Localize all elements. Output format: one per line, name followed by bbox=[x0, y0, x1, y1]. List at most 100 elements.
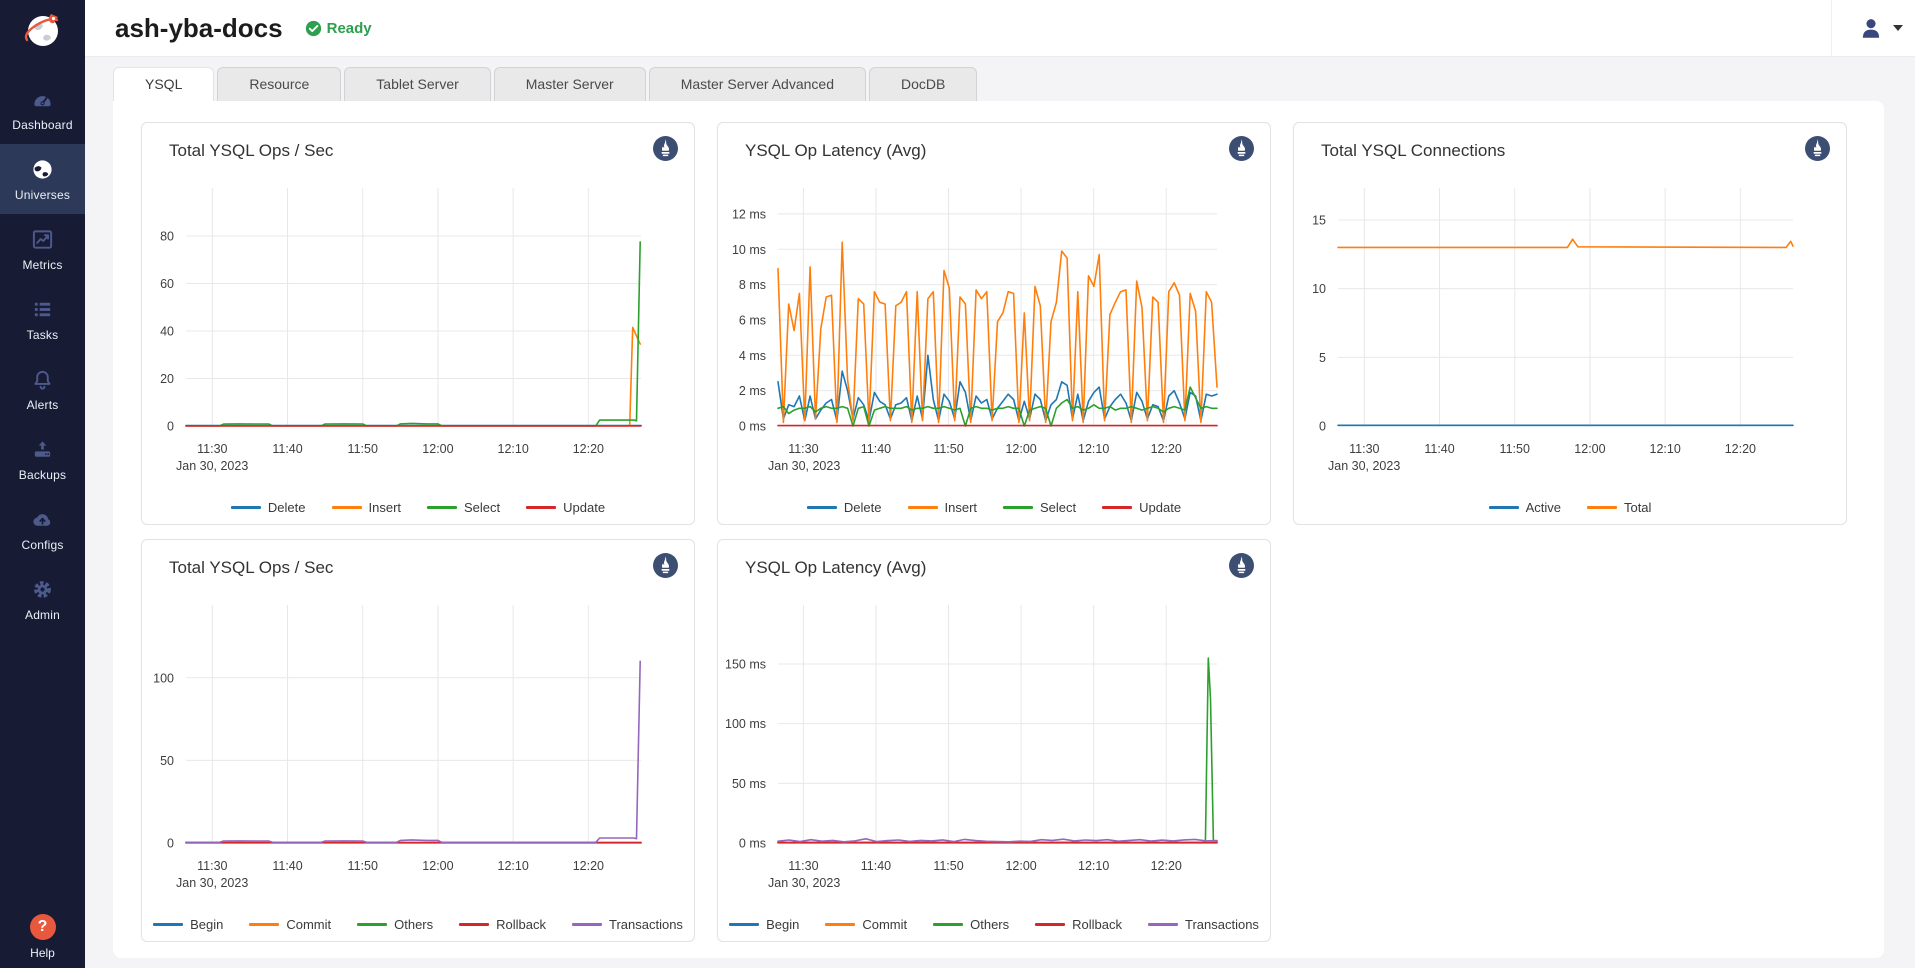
x-axis-date-label: Jan 30, 2023 bbox=[176, 459, 248, 473]
user-menu-button[interactable] bbox=[1831, 0, 1903, 56]
svg-text:5: 5 bbox=[1319, 351, 1326, 365]
legend-swatch bbox=[908, 506, 938, 509]
legend-item-update[interactable]: Update bbox=[526, 500, 605, 515]
legend-item-commit[interactable]: Commit bbox=[825, 917, 907, 932]
x-axis-date-label: Jan 30, 2023 bbox=[768, 876, 840, 890]
legend-item-begin[interactable]: Begin bbox=[153, 917, 223, 932]
legend-item-delete[interactable]: Delete bbox=[231, 500, 306, 515]
cards-row-2: Total YSQL Ops / Sec 05010011:3011:4011:… bbox=[141, 539, 1884, 942]
series-line-select bbox=[778, 387, 1217, 426]
legend-item-rollback[interactable]: Rollback bbox=[459, 917, 546, 932]
svg-text:12:00: 12:00 bbox=[1005, 859, 1036, 873]
sidebar-item-label: Configs bbox=[21, 538, 63, 552]
svg-text:12:10: 12:10 bbox=[1078, 859, 1109, 873]
chart-plot: 0 ms2 ms4 ms6 ms8 ms10 ms12 ms11:3011:40… bbox=[718, 123, 1272, 526]
legend-swatch bbox=[459, 923, 489, 926]
svg-text:6 ms: 6 ms bbox=[739, 313, 766, 327]
sidebar-item-help[interactable]: ? Help bbox=[0, 914, 85, 960]
svg-text:11:40: 11:40 bbox=[272, 859, 302, 873]
legend-swatch bbox=[357, 923, 387, 926]
sidebar-item-metrics[interactable]: Metrics bbox=[0, 214, 85, 284]
chart-plot: 0 ms50 ms100 ms150 ms11:3011:4011:5012:0… bbox=[718, 540, 1272, 943]
legend-item-transactions[interactable]: Transactions bbox=[572, 917, 683, 932]
legend-item-delete[interactable]: Delete bbox=[807, 500, 882, 515]
series-line-total bbox=[1338, 239, 1793, 247]
yugabyte-logo-icon[interactable] bbox=[0, 0, 85, 60]
user-icon bbox=[1858, 15, 1884, 41]
tab-master-server-advanced[interactable]: Master Server Advanced bbox=[649, 67, 866, 101]
legend-item-active[interactable]: Active bbox=[1489, 500, 1561, 515]
svg-text:12:10: 12:10 bbox=[498, 859, 529, 873]
sidebar-item-configs[interactable]: Configs bbox=[0, 494, 85, 564]
tab-master-server[interactable]: Master Server bbox=[494, 67, 646, 101]
svg-text:60: 60 bbox=[160, 277, 174, 291]
legend-item-update[interactable]: Update bbox=[1102, 500, 1181, 515]
top-bar: ash-yba-docs Ready bbox=[85, 0, 1915, 57]
sidebar-nav: Dashboard UniversesMetricsTasksAlertsBack… bbox=[0, 74, 85, 634]
legend-label: Insert bbox=[945, 500, 978, 515]
svg-text:40: 40 bbox=[160, 325, 174, 339]
chart-card: Total YSQL Ops / Sec 05010011:3011:4011:… bbox=[141, 539, 695, 942]
tab-ysql[interactable]: YSQL bbox=[113, 67, 214, 101]
svg-text:11:30: 11:30 bbox=[788, 859, 818, 873]
sidebar-item-alerts[interactable]: Alerts bbox=[0, 354, 85, 424]
svg-text:11:30: 11:30 bbox=[197, 442, 227, 456]
series-line-others bbox=[778, 658, 1217, 842]
legend-item-others[interactable]: Others bbox=[357, 917, 433, 932]
tab-resource[interactable]: Resource bbox=[217, 67, 341, 101]
sidebar-item-universes[interactable]: Universes bbox=[0, 144, 85, 214]
chart-card: Total YSQL Connections 05101511:3011:401… bbox=[1293, 122, 1847, 525]
universes-icon bbox=[31, 157, 55, 181]
svg-text:11:50: 11:50 bbox=[348, 442, 378, 456]
help-icon: ? bbox=[30, 914, 56, 940]
tab-tablet-server[interactable]: Tablet Server bbox=[344, 67, 490, 101]
legend-item-begin[interactable]: Begin bbox=[729, 917, 799, 932]
svg-text:10 ms: 10 ms bbox=[732, 243, 766, 257]
svg-text:12:20: 12:20 bbox=[1151, 859, 1182, 873]
svg-text:0: 0 bbox=[1319, 420, 1326, 434]
legend-item-insert[interactable]: Insert bbox=[908, 500, 978, 515]
tab-docdb[interactable]: DocDB bbox=[869, 67, 977, 101]
legend-item-commit[interactable]: Commit bbox=[249, 917, 331, 932]
sidebar-item-tasks[interactable]: Tasks bbox=[0, 284, 85, 354]
legend-swatch bbox=[1035, 923, 1065, 926]
tasks-icon bbox=[31, 297, 55, 321]
metrics-icon bbox=[31, 227, 55, 251]
sidebar-item-backups[interactable]: Backups bbox=[0, 424, 85, 494]
svg-text:12:10: 12:10 bbox=[1078, 442, 1109, 456]
legend-item-total[interactable]: Total bbox=[1587, 500, 1651, 515]
legend-item-rollback[interactable]: Rollback bbox=[1035, 917, 1122, 932]
svg-text:0 ms: 0 ms bbox=[739, 420, 766, 434]
sidebar-item-admin[interactable]: Admin bbox=[0, 564, 85, 634]
legend-label: Begin bbox=[766, 917, 799, 932]
chart-legend: Begin Commit Others Rollback Transactions bbox=[718, 917, 1270, 932]
main-content: YSQLResourceTablet ServerMaster ServerMa… bbox=[85, 57, 1915, 968]
admin-icon bbox=[31, 577, 55, 601]
chart-plot: 05101511:3011:4011:5012:0012:1012:20Jan … bbox=[1294, 123, 1848, 526]
sidebar-item-dashboard[interactable]: Dashboard bbox=[0, 74, 85, 144]
legend-swatch bbox=[825, 923, 855, 926]
series-line-insert bbox=[778, 242, 1217, 422]
legend-swatch bbox=[1102, 506, 1132, 509]
chart-legend: Delete Insert Select Update bbox=[142, 500, 694, 515]
legend-item-insert[interactable]: Insert bbox=[332, 500, 402, 515]
svg-text:11:40: 11:40 bbox=[861, 859, 891, 873]
legend-item-transactions[interactable]: Transactions bbox=[1148, 917, 1259, 932]
sidebar: Dashboard UniversesMetricsTasksAlertsBack… bbox=[0, 0, 85, 968]
svg-text:20: 20 bbox=[160, 372, 174, 386]
svg-text:100: 100 bbox=[153, 671, 174, 685]
legend-item-others[interactable]: Others bbox=[933, 917, 1009, 932]
svg-text:11:30: 11:30 bbox=[788, 442, 818, 456]
legend-item-select[interactable]: Select bbox=[427, 500, 500, 515]
svg-text:50 ms: 50 ms bbox=[732, 777, 766, 791]
legend-swatch bbox=[1489, 506, 1519, 509]
sidebar-item-label: Help bbox=[30, 946, 55, 960]
svg-text:11:40: 11:40 bbox=[272, 442, 302, 456]
sidebar-item-label: Dashboard bbox=[12, 118, 73, 132]
legend-item-select[interactable]: Select bbox=[1003, 500, 1076, 515]
chart-plot: 05010011:3011:4011:5012:0012:1012:20Jan … bbox=[142, 540, 696, 943]
svg-text:12:00: 12:00 bbox=[422, 442, 453, 456]
series-line-select bbox=[186, 242, 640, 426]
svg-text:0: 0 bbox=[167, 837, 174, 851]
svg-text:0: 0 bbox=[167, 420, 174, 434]
